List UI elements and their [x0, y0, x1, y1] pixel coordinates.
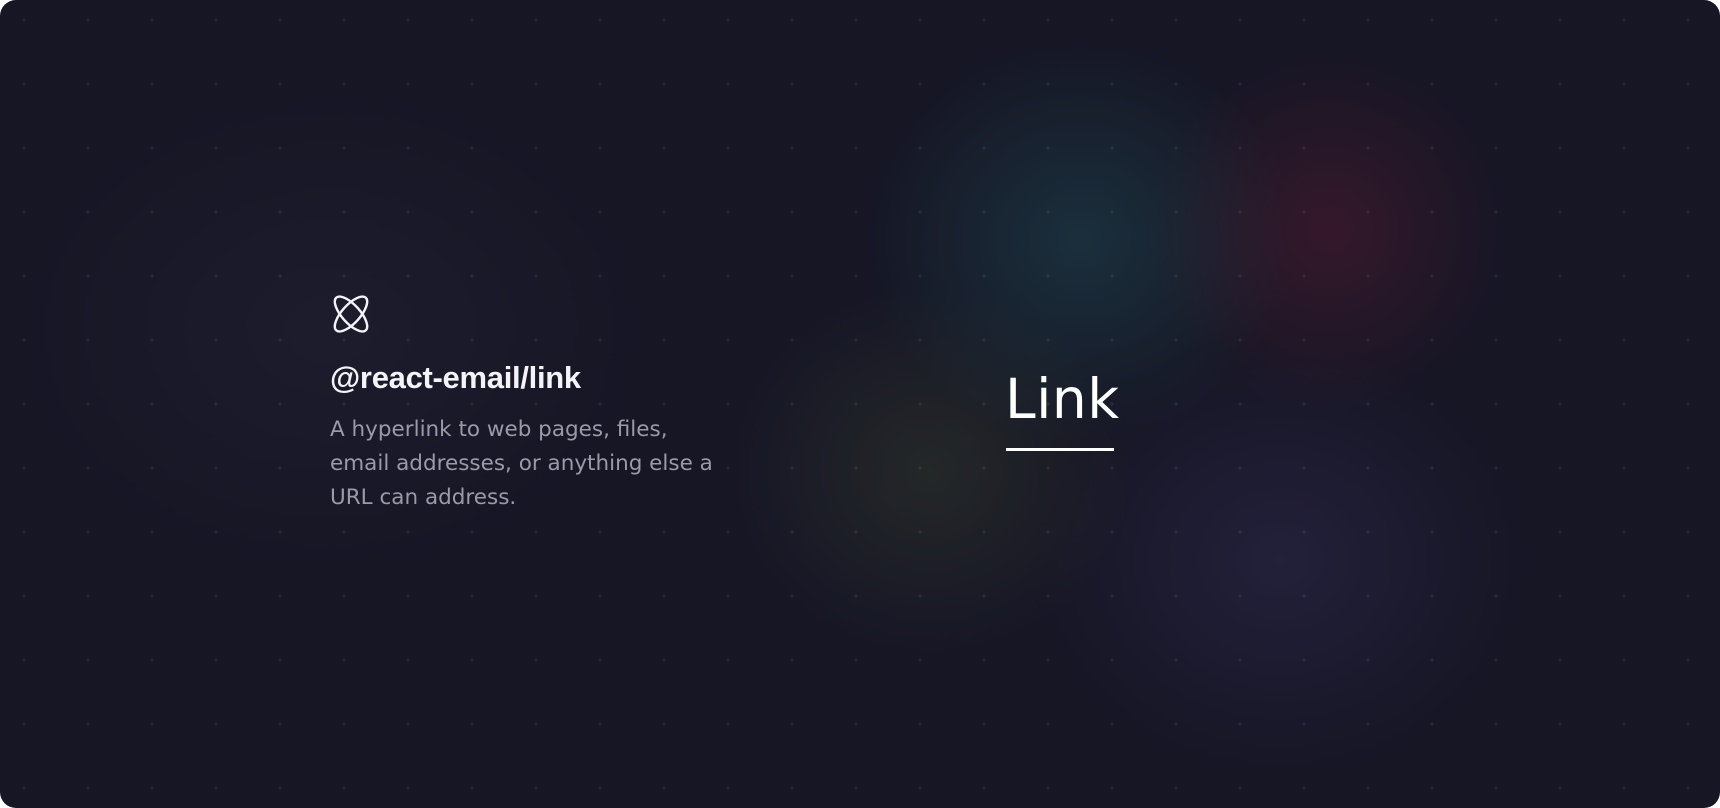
demo-link-underline — [1006, 448, 1114, 451]
react-atom-icon — [333, 295, 369, 333]
component-title: @react-email/link — [330, 360, 581, 395]
demo-link[interactable]: Link — [1005, 372, 1120, 427]
dot-grid-background — [0, 0, 1720, 808]
component-card: @react-email/link A hyperlink to web pag… — [0, 0, 1720, 808]
component-info: @react-email/link A hyperlink to web pag… — [330, 292, 730, 515]
component-description: A hyperlink to web pages, files, email a… — [330, 417, 713, 510]
